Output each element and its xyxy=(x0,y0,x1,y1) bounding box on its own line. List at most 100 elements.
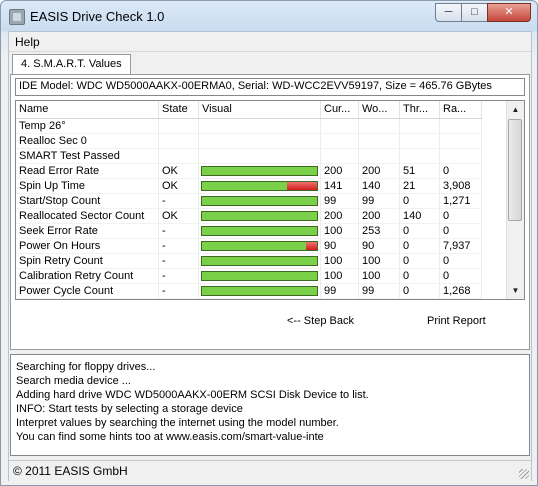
step-back-button[interactable]: <-- Step Back xyxy=(287,315,354,327)
column-header[interactable]: State xyxy=(159,101,199,118)
cell-cur: 99 xyxy=(321,284,359,299)
health-bar xyxy=(201,271,318,281)
cell-state: - xyxy=(159,269,199,284)
cell-state: OK xyxy=(159,179,199,194)
cell-thr: 140 xyxy=(400,209,440,224)
column-header[interactable]: Thr... xyxy=(400,101,440,118)
cell-thr: 51 xyxy=(400,164,440,179)
scroll-up-icon[interactable]: ▲ xyxy=(507,101,524,118)
table-row[interactable]: Reallocated Sector Count OK 200 200 140 0 xyxy=(16,209,482,224)
cell-cur: 200 xyxy=(321,164,359,179)
table-row[interactable]: Read Error Rate OK 200 200 51 0 xyxy=(16,164,482,179)
cell-raw: 0 xyxy=(440,224,482,239)
resize-grip-icon[interactable] xyxy=(519,469,529,479)
cell-cur: 99 xyxy=(321,194,359,209)
health-bar xyxy=(201,166,318,176)
health-bar xyxy=(201,226,318,236)
cell-thr: 0 xyxy=(400,254,440,269)
cell-raw xyxy=(440,119,482,134)
table-row[interactable]: Start/Stop Count -99 99 0 1,271 xyxy=(16,194,482,209)
cell-visual xyxy=(199,209,321,224)
table-row[interactable]: Temp 26° xyxy=(16,119,482,134)
health-bar-deficit xyxy=(287,182,317,190)
health-bar xyxy=(201,211,318,221)
cell-name: Spin Up Time xyxy=(16,179,159,194)
cell-name: Reallocated Sector Count xyxy=(16,209,159,224)
cell-visual xyxy=(199,164,321,179)
close-button[interactable]: ✕ xyxy=(487,3,531,22)
column-header[interactable]: Name xyxy=(16,101,159,118)
scroll-thumb[interactable] xyxy=(508,119,522,221)
app-window: EASIS Drive Check 1.0 ─ □ ✕ Help 4. S.M.… xyxy=(0,0,538,486)
cell-name: Seek Error Rate xyxy=(16,224,159,239)
column-header[interactable]: Visual xyxy=(199,101,321,118)
cell-visual xyxy=(199,224,321,239)
cell-cur xyxy=(321,119,359,134)
cell-thr: 0 xyxy=(400,284,440,299)
window-controls: ─ □ ✕ xyxy=(435,3,531,22)
cell-thr: 0 xyxy=(400,224,440,239)
cell-name: Power On Hours xyxy=(16,239,159,254)
cell-raw xyxy=(440,134,482,149)
table-row[interactable]: Power On Hours -90 90 0 7,937 xyxy=(16,239,482,254)
table-header: Name State Visual Cur... Wo... Thr... Ra... xyxy=(16,101,482,119)
log-line: Adding hard drive WDC WD5000AAKX-00ERM S… xyxy=(16,389,369,401)
print-report-button[interactable]: Print Report xyxy=(427,315,486,327)
scroll-down-icon[interactable]: ▼ xyxy=(507,282,524,299)
menu-help[interactable]: Help xyxy=(15,35,40,49)
cell-name: Calibration Retry Count xyxy=(16,269,159,284)
cell-cur: 100 xyxy=(321,254,359,269)
cell-thr xyxy=(400,119,440,134)
cell-worst: 99 xyxy=(359,194,400,209)
cell-state: - xyxy=(159,224,199,239)
cell-cur: 200 xyxy=(321,209,359,224)
column-header[interactable]: Cur... xyxy=(321,101,359,118)
tab-smart-values[interactable]: 4. S.M.A.R.T. Values xyxy=(12,54,131,75)
app-icon xyxy=(9,9,25,25)
log-output[interactable]: Searching for floppy drives... Search med… xyxy=(10,354,530,456)
cell-state: OK xyxy=(159,164,199,179)
cell-name: Realloc Sec 0 xyxy=(16,134,159,149)
smart-values-table[interactable]: Name State Visual Cur... Wo... Thr... Ra... Te… xyxy=(15,100,525,300)
cell-name: Read Error Rate xyxy=(16,164,159,179)
cell-raw: 0 xyxy=(440,254,482,269)
column-header[interactable]: Wo... xyxy=(359,101,400,118)
cell-worst: 90 xyxy=(359,239,400,254)
menu-bar: Help xyxy=(9,32,531,52)
cell-raw: 1,268 xyxy=(440,284,482,299)
cell-name: Start/Stop Count xyxy=(16,194,159,209)
cell-name: Power Cycle Count xyxy=(16,284,159,299)
cell-visual xyxy=(199,239,321,254)
model-info-text: IDE Model: WDC WD5000AAKX-00ERMA0, Seria… xyxy=(19,80,492,92)
cell-cur xyxy=(321,149,359,164)
cell-state: - xyxy=(159,284,199,299)
cell-worst: 140 xyxy=(359,179,400,194)
cell-raw: 1,271 xyxy=(440,194,482,209)
cell-thr: 0 xyxy=(400,239,440,254)
table-row[interactable]: Spin Retry Count -100 100 0 0 xyxy=(16,254,482,269)
column-header[interactable]: Ra... xyxy=(440,101,482,118)
vertical-scrollbar[interactable]: ▲ ▼ xyxy=(506,101,524,299)
cell-visual xyxy=(199,254,321,269)
cell-visual xyxy=(199,149,321,164)
cell-raw: 7,937 xyxy=(440,239,482,254)
table-row[interactable]: Seek Error Rate -100 253 0 0 xyxy=(16,224,482,239)
table-row[interactable]: Power Cycle Count -99 99 0 1,268 xyxy=(16,284,482,299)
cell-name: Temp 26° xyxy=(16,119,159,134)
cell-cur: 100 xyxy=(321,224,359,239)
table-row[interactable]: Spin Up Time OK 141 140 21 3,908 xyxy=(16,179,482,194)
model-info-field: IDE Model: WDC WD5000AAKX-00ERMA0, Seria… xyxy=(15,78,525,96)
cell-worst: 253 xyxy=(359,224,400,239)
health-bar xyxy=(201,181,318,191)
log-line: Interpret values by searching the intern… xyxy=(16,417,339,429)
maximize-button[interactable]: □ xyxy=(461,3,488,22)
title-bar[interactable]: EASIS Drive Check 1.0 ─ □ ✕ xyxy=(1,1,537,31)
cell-visual xyxy=(199,119,321,134)
cell-raw: 3,908 xyxy=(440,179,482,194)
table-row[interactable]: SMART Test Passed xyxy=(16,149,482,164)
table-row[interactable]: Calibration Retry Count -100 100 0 0 xyxy=(16,269,482,284)
table-row[interactable]: Realloc Sec 0 xyxy=(16,134,482,149)
cell-state: - xyxy=(159,239,199,254)
minimize-button[interactable]: ─ xyxy=(435,3,462,22)
log-line: Search media device ... xyxy=(16,375,131,387)
